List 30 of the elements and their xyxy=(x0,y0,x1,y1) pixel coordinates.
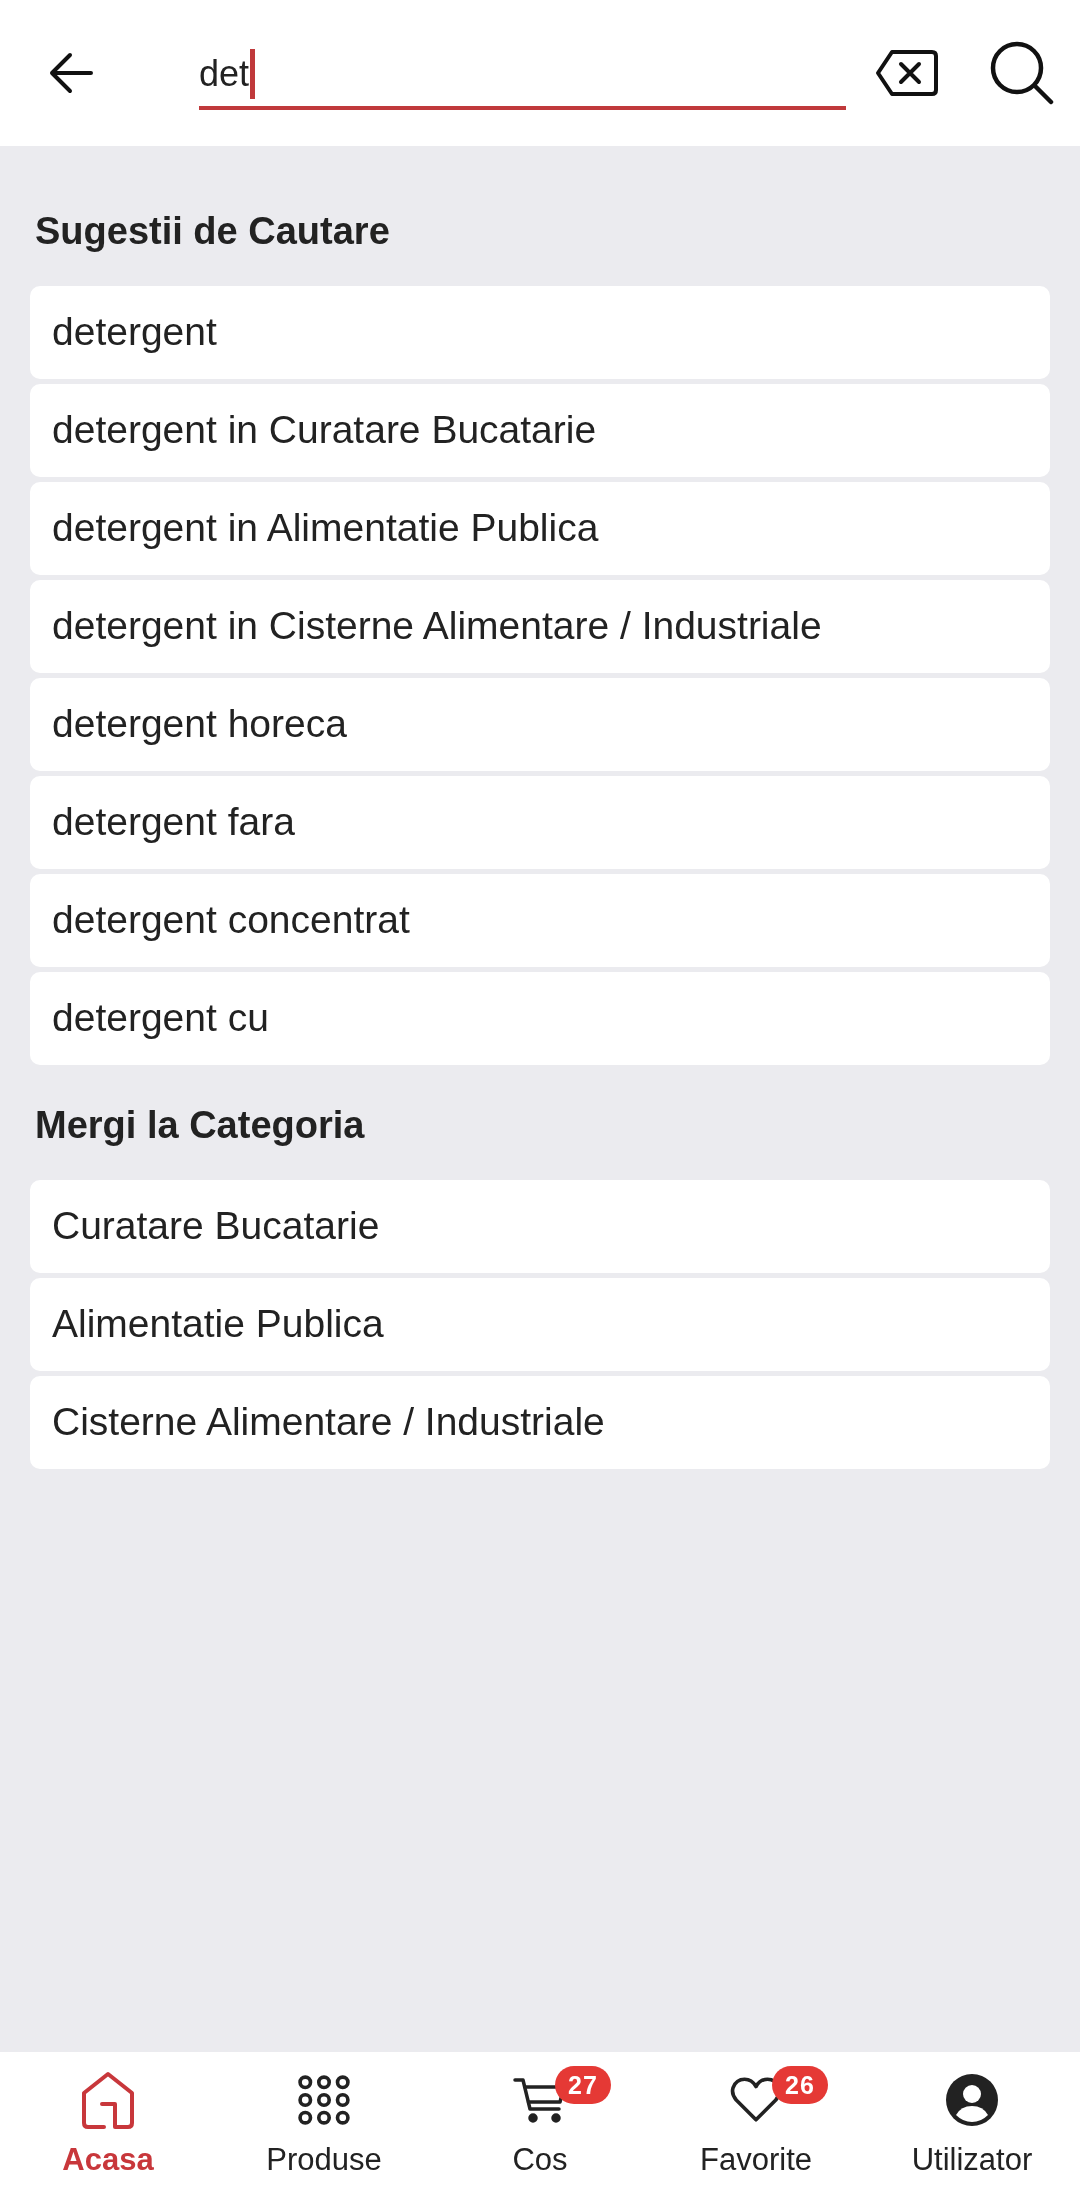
home-icon xyxy=(79,2071,137,2129)
text-cursor xyxy=(250,49,256,99)
nav-tab[interactable]: 27 Cos xyxy=(432,2052,648,2199)
section-heading: Mergi la Categoria xyxy=(34,1103,366,1148)
count-badge: 27 xyxy=(555,2066,611,2104)
nav-tab[interactable]: 26 Favorite xyxy=(648,2052,864,2199)
search-icon xyxy=(990,41,1054,105)
suggestion-item[interactable]: detergent in Alimentatie Publica xyxy=(30,482,1050,575)
suggestion-item[interactable]: detergent fara xyxy=(30,776,1050,869)
suggestion-item[interactable]: detergent cu xyxy=(30,972,1050,1065)
suggestion-item[interactable]: detergent horeca xyxy=(30,678,1050,771)
category-item[interactable]: Alimentatie Publica xyxy=(30,1278,1050,1371)
back-button[interactable] xyxy=(48,51,94,95)
category-item[interactable]: Cisterne Alimentare / Industriale xyxy=(30,1376,1050,1469)
category-item[interactable]: Curatare Bucatarie xyxy=(30,1180,1050,1273)
arrow-left-icon xyxy=(49,52,93,94)
user-avatar-icon xyxy=(945,2073,999,2127)
clear-button[interactable] xyxy=(874,48,940,98)
count-badge: 26 xyxy=(772,2066,828,2104)
suggestion-item[interactable]: detergent in Curatare Bucatarie xyxy=(30,384,1050,477)
nav-tab[interactable]: Utilizator xyxy=(864,2052,1080,2199)
nav-tab[interactable]: Acasa xyxy=(0,2052,216,2199)
section-heading: Sugestii de Cautare xyxy=(34,209,391,254)
suggestion-item[interactable]: detergent xyxy=(30,286,1050,379)
suggestion-item[interactable]: detergent in Cisterne Alimentare / Industriale xyxy=(30,580,1050,673)
grid-icon xyxy=(298,2075,350,2125)
backspace-icon xyxy=(875,49,939,97)
nav-tab[interactable]: Produse xyxy=(216,2052,432,2199)
suggestion-item[interactable]: detergent concentrat xyxy=(30,874,1050,967)
search-button[interactable] xyxy=(990,40,1054,106)
